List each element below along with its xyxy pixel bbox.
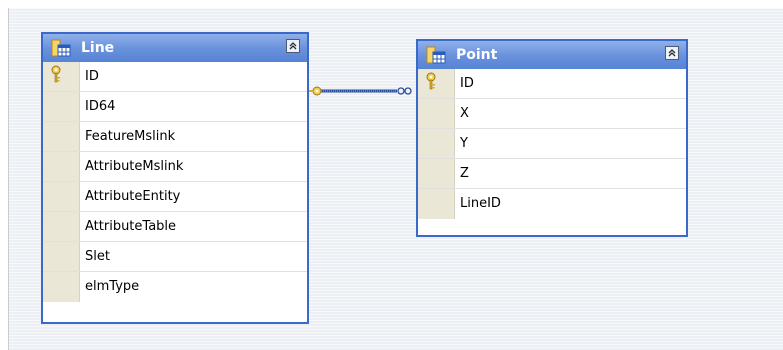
- column-row[interactable]: AttributeTable: [43, 212, 307, 242]
- table-point[interactable]: Point ID X Y Z LineID: [416, 39, 688, 237]
- column-row[interactable]: LineID: [418, 189, 686, 219]
- key-icon: [309, 86, 322, 96]
- primary-key-icon: [426, 72, 436, 90]
- table-point-title: Point: [456, 47, 498, 63]
- row-gutter: [43, 212, 80, 241]
- row-gutter: [43, 272, 80, 302]
- table-icon: [51, 39, 71, 57]
- row-gutter: [418, 129, 455, 158]
- table-line-title: Line: [81, 40, 115, 56]
- column-row[interactable]: Z: [418, 159, 686, 189]
- column-name: LineID: [460, 196, 501, 211]
- column-row[interactable]: elmType: [43, 272, 307, 302]
- column-row[interactable]: ID: [43, 62, 307, 92]
- chevron-up-icon: [289, 42, 297, 50]
- row-gutter: [43, 92, 80, 121]
- row-gutter: [418, 99, 455, 128]
- column-row[interactable]: Slet: [43, 242, 307, 272]
- column-name: ID64: [85, 99, 116, 114]
- table-line-columns: ID ID64 FeatureMslink AttributeMslink At…: [43, 62, 307, 322]
- column-row[interactable]: FeatureMslink: [43, 122, 307, 152]
- relationship-connector[interactable]: [309, 84, 419, 98]
- column-name: FeatureMslink: [85, 129, 176, 144]
- primary-key-icon: [51, 65, 61, 83]
- chevron-up-icon: [668, 49, 676, 57]
- column-name: elmType: [85, 279, 140, 294]
- row-gutter: [418, 159, 455, 188]
- row-gutter: [418, 69, 455, 98]
- infinity-icon: [397, 87, 412, 95]
- row-gutter: [418, 189, 455, 219]
- column-name: Z: [460, 166, 469, 181]
- column-row[interactable]: AttributeMslink: [43, 152, 307, 182]
- table-line-header[interactable]: Line: [43, 34, 307, 62]
- column-row[interactable]: ID: [418, 69, 686, 99]
- collapse-button[interactable]: [286, 39, 300, 53]
- column-row[interactable]: ID64: [43, 92, 307, 122]
- collapse-button[interactable]: [665, 46, 679, 60]
- column-name: X: [460, 106, 469, 121]
- row-gutter: [43, 122, 80, 151]
- column-name: Slet: [85, 249, 110, 264]
- column-name: ID: [460, 76, 474, 91]
- column-row[interactable]: Y: [418, 129, 686, 159]
- column-name: AttributeTable: [85, 219, 177, 234]
- column-name: AttributeEntity: [85, 189, 181, 204]
- column-row[interactable]: AttributeEntity: [43, 182, 307, 212]
- row-gutter: [43, 242, 80, 271]
- row-gutter: [43, 62, 80, 91]
- table-line[interactable]: Line ID ID64 FeatureMslink AttributeMsli…: [41, 32, 309, 324]
- table-point-header[interactable]: Point: [418, 41, 686, 69]
- table-point-columns: ID X Y Z LineID: [418, 69, 686, 235]
- row-gutter: [43, 182, 80, 211]
- column-name: AttributeMslink: [85, 159, 184, 174]
- row-gutter: [43, 152, 80, 181]
- column-row[interactable]: X: [418, 99, 686, 129]
- column-name: ID: [85, 69, 99, 84]
- table-icon: [426, 46, 446, 64]
- diagram-canvas: Line ID ID64 FeatureMslink AttributeMsli…: [8, 8, 783, 350]
- column-name: Y: [460, 136, 468, 151]
